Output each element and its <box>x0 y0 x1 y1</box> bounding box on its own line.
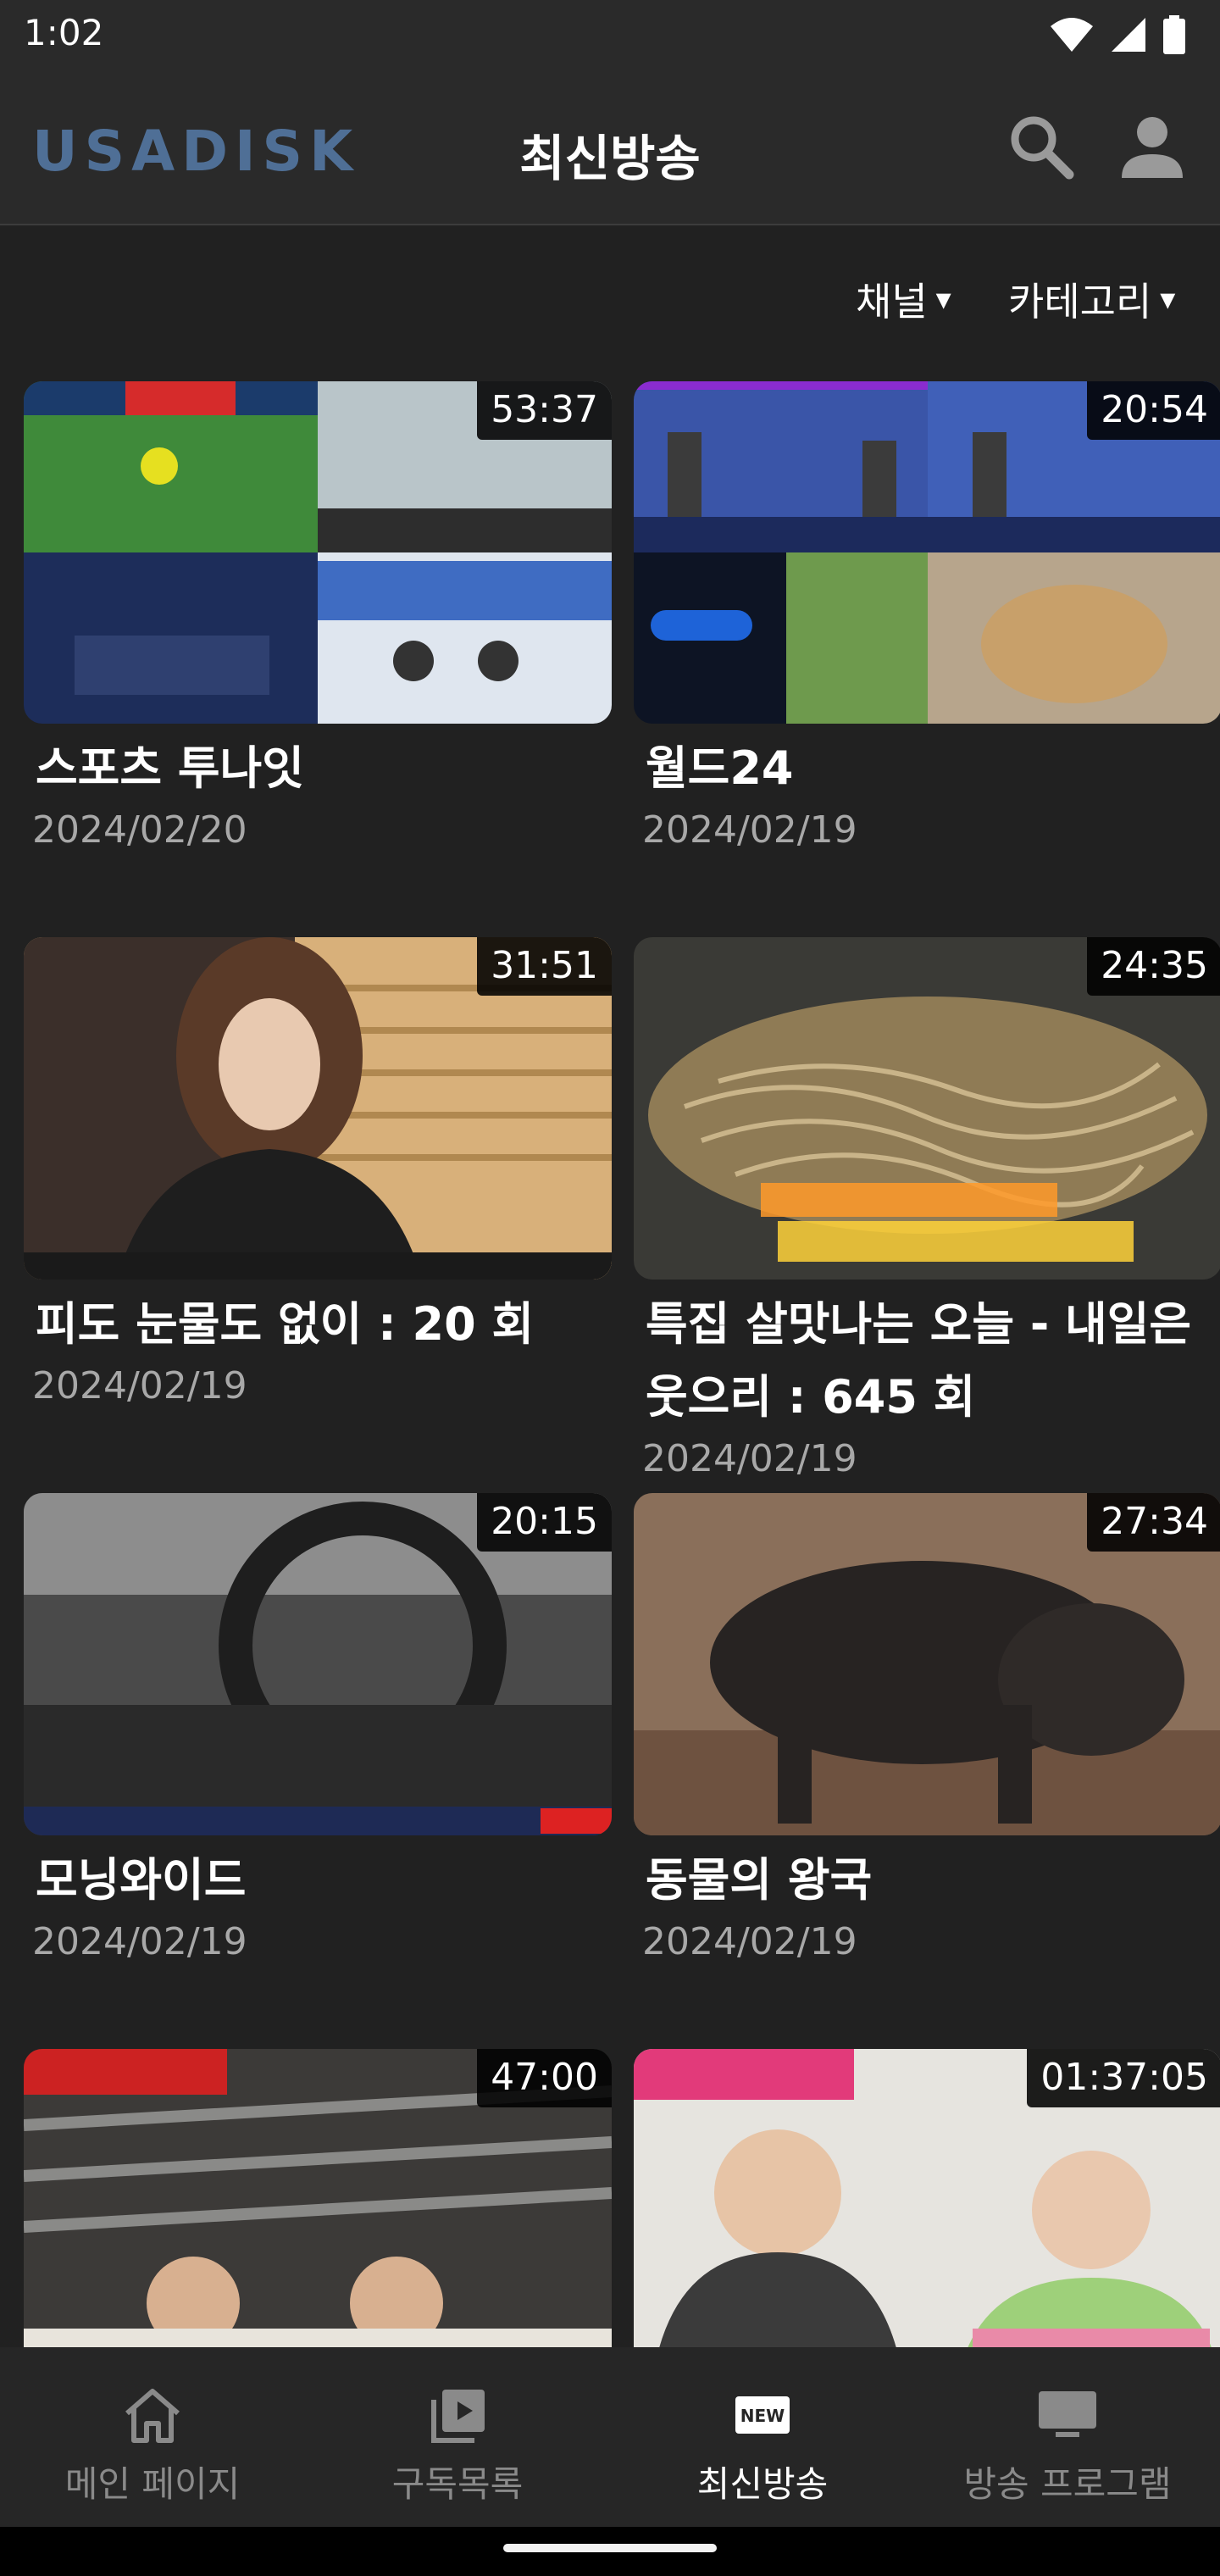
video-duration: 24:35 <box>1087 937 1220 996</box>
video-title[interactable]: 피도 눈물도 없이 : 20 회 <box>24 1288 612 1361</box>
profile-icon <box>1122 117 1183 178</box>
video-duration: 27:34 <box>1087 1493 1220 1552</box>
category-filter[interactable]: 카테고리 ▾ <box>1008 271 1175 327</box>
video-thumbnail[interactable]: 24:35 <box>634 937 1220 1280</box>
new-icon: NEW <box>735 2396 790 2434</box>
video-duration: 31:51 <box>477 937 612 996</box>
profile-button[interactable] <box>1117 110 1188 181</box>
video-thumbnail[interactable]: 47:00 <box>24 2049 612 2391</box>
video-thumbnail[interactable]: 20:15 <box>24 1493 612 1835</box>
search-icon <box>1011 116 1074 180</box>
video-thumbnail[interactable]: 27:34 <box>634 1493 1220 1835</box>
video-date: 2024/02/19 <box>32 1920 247 1963</box>
chevron-down-icon: ▾ <box>935 281 951 317</box>
home-icon <box>125 2389 180 2443</box>
gesture-area <box>0 2527 1220 2576</box>
search-button[interactable] <box>1005 110 1076 181</box>
video-title[interactable]: 동물의 왕국 <box>634 1844 1220 1917</box>
video-duration: 01:37:05 <box>1027 2049 1220 2107</box>
video-title[interactable]: 모닝와이드 <box>24 1844 612 1917</box>
video-thumbnail[interactable]: 53:37 <box>24 381 612 724</box>
video-thumbnail[interactable]: 31:51 <box>24 937 612 1280</box>
status-bar: 1:02 <box>0 0 1220 76</box>
playlist-icon <box>431 2390 485 2443</box>
video-card[interactable]: 24:35 특집 살맛나는 오늘 - 내일은 웃으리 : 645 회 2024/… <box>634 937 1220 1485</box>
video-date: 2024/02/19 <box>642 1920 857 1963</box>
channel-filter[interactable]: 채널 ▾ <box>856 271 951 327</box>
nav-label: 최신방송 <box>696 2463 829 2505</box>
video-duration: 47:00 <box>477 2049 612 2107</box>
video-date: 2024/02/19 <box>32 1364 247 1407</box>
video-date: 2024/02/20 <box>32 808 247 852</box>
tv-icon <box>1039 2391 1096 2437</box>
svg-text:NEW: NEW <box>740 2406 785 2426</box>
nav-label: 구독목록 <box>391 2463 524 2505</box>
app-bar: USADISK 최신방송 <box>0 76 1220 225</box>
video-card[interactable]: 53:37 스포츠 투나잇 2024/02/20 <box>24 381 612 856</box>
filter-row: 채널 ▾ 카테고리 ▾ <box>0 263 1220 330</box>
status-icons <box>1049 15 1186 54</box>
video-date: 2024/02/19 <box>642 1437 857 1480</box>
battery-icon <box>1163 15 1185 54</box>
nav-item-subscriptions[interactable]: 구독목록 <box>305 2347 610 2527</box>
category-filter-label: 카테고리 <box>1008 279 1152 325</box>
video-thumbnail[interactable]: 01:37:05 <box>634 2049 1220 2391</box>
nav-label: 메인 페이지 <box>64 2463 241 2505</box>
video-date: 2024/02/19 <box>642 808 857 852</box>
nav-item-latest[interactable]: NEW 최신방송 <box>610 2347 915 2527</box>
nav-item-programs[interactable]: 방송 프로그램 <box>915 2347 1220 2527</box>
video-title[interactable]: 특집 살맛나는 오늘 - 내일은 웃으리 : 645 회 <box>634 1288 1220 1434</box>
bottom-navigation: 메인 페이지 구독목록 NEW 최신방송 방송 프로그램 <box>0 2347 1220 2527</box>
video-card[interactable]: 27:34 동물의 왕국 2024/02/19 <box>634 1493 1220 1968</box>
video-thumbnail[interactable]: 20:54 <box>634 381 1220 724</box>
video-card[interactable]: 20:54 월드24 2024/02/19 <box>634 381 1220 856</box>
home-gesture-bar[interactable] <box>503 2544 717 2552</box>
video-title[interactable]: 월드24 <box>634 732 1220 805</box>
status-time: 1:02 <box>24 12 104 53</box>
signal-icon <box>1112 18 1145 52</box>
chevron-down-icon: ▾ <box>1160 281 1176 317</box>
video-duration: 20:54 <box>1087 381 1220 440</box>
video-title[interactable]: 스포츠 투나잇 <box>24 732 612 805</box>
video-duration: 53:37 <box>477 381 612 440</box>
video-duration: 20:15 <box>477 1493 612 1552</box>
channel-filter-label: 채널 <box>856 279 928 325</box>
video-card[interactable]: 31:51 피도 눈물도 없이 : 20 회 2024/02/19 <box>24 937 612 1412</box>
nav-label: 방송 프로그램 <box>963 2463 1172 2505</box>
nav-item-home[interactable]: 메인 페이지 <box>0 2347 305 2527</box>
wifi-icon <box>1051 18 1093 52</box>
video-card[interactable]: 20:15 모닝와이드 2024/02/19 <box>24 1493 612 1968</box>
